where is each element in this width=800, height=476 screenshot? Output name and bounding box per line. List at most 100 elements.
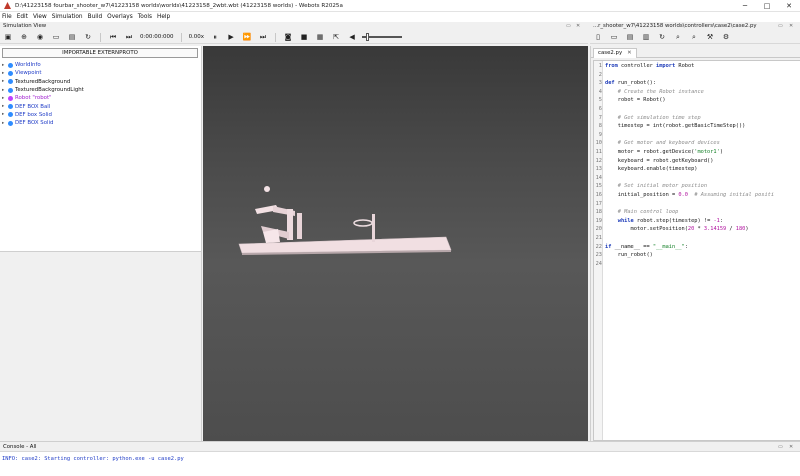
save-file-icon[interactable]: ▤ — [625, 32, 635, 42]
code-line[interactable]: 7 # Get simulation time step — [594, 114, 800, 123]
code-area[interactable]: 1 from controller import Robot 2 3 def run_r… — [593, 60, 800, 441]
scene-tree-item[interactable]: ▸ Viewpoint — [2, 69, 84, 77]
3d-viewport[interactable] — [203, 46, 588, 441]
simulation-view-header: Simulation View ▭ ✕ — [0, 22, 588, 31]
fastest-icon[interactable]: ⏭ — [258, 32, 268, 42]
code-line[interactable]: 6 — [594, 105, 800, 114]
code-line[interactable]: 10 # Get motor and keyboard devices — [594, 139, 800, 148]
scene-tree-item-label: DEF box Solid — [15, 111, 52, 118]
open-world-icon[interactable]: ▭ — [51, 32, 61, 42]
scene-tree-item[interactable]: ▸ DEF BOX Solid — [2, 119, 84, 127]
toolbar-separator — [100, 32, 101, 42]
code-line[interactable]: 12 keyboard = robot.getKeyboard() — [594, 157, 800, 166]
minimize-button[interactable]: ─ — [734, 0, 756, 12]
volume-slider[interactable] — [362, 32, 403, 42]
menu-build[interactable]: Build — [88, 14, 103, 20]
scene-tree-item[interactable]: ▸ Robot "robot" — [2, 94, 84, 102]
line-number: 16 — [595, 192, 602, 198]
scene-tree-item[interactable]: ▸ WorldInfo — [2, 61, 84, 69]
fast-forward-icon[interactable]: ⏩ — [242, 32, 252, 42]
hoop-ring — [353, 219, 373, 227]
build-icon[interactable]: ⚙ — [721, 32, 731, 42]
reset-simulation-icon[interactable]: ⏮ — [108, 32, 118, 42]
scene-tree-item[interactable]: ▸ TexturedBackgroundLight — [2, 86, 84, 94]
code-line[interactable]: 1 from controller import Robot — [594, 62, 800, 71]
console-output[interactable]: INFO: case2: Starting controller: python… — [0, 451, 800, 476]
code-line[interactable]: 17 — [594, 200, 800, 209]
step-icon[interactable]: ⏭ — [124, 32, 134, 42]
importable-externproto-button[interactable]: IMPORTABLE EXTERNPROTO — [2, 48, 198, 58]
volume-slider-handle[interactable] — [365, 33, 369, 41]
reload-world-icon[interactable]: ↻ — [83, 32, 93, 42]
editor-tab-strip: case2.py ✕ — [591, 48, 800, 58]
menu-edit[interactable]: Edit — [17, 14, 28, 20]
scene-tree: IMPORTABLE EXTERNPROTO ▸ WorldInfo ▸ Viewpo… — [0, 46, 202, 251]
replace-icon[interactable]: ⌕ — [689, 32, 699, 42]
tab-close-icon[interactable]: ✕ — [627, 50, 632, 56]
code-line[interactable]: 15 # Set initial motor position — [594, 182, 800, 191]
screenshot-icon[interactable]: ◙ — [283, 32, 293, 42]
console-header: Console - All ▭ ✕ — [0, 441, 800, 451]
node-icon — [8, 62, 13, 68]
code-text: # Get simulation time step — [617, 114, 701, 121]
node-icon — [8, 79, 13, 85]
scene-tree-item[interactable]: ▸ DEF box Solid — [2, 111, 84, 119]
editor-close-button[interactable]: ✕ — [789, 22, 793, 31]
code-line[interactable]: 18 # Main control loop — [594, 208, 800, 217]
save-world-icon[interactable]: ▤ — [67, 32, 77, 42]
menu-view[interactable]: View — [33, 14, 47, 20]
tools-icon[interactable]: ⚒ — [705, 32, 715, 42]
code-line[interactable]: 24 — [594, 260, 800, 269]
scene-tree-item[interactable]: ▸ TexturedBackground — [2, 78, 84, 86]
code-line[interactable]: 11 motor = robot.getDevice('motor1') — [594, 148, 800, 157]
editor-float-button[interactable]: ▭ — [778, 22, 783, 31]
line-number: 20 — [595, 226, 602, 233]
menu-simulation[interactable]: Simulation — [52, 14, 83, 20]
code-line[interactable]: 3 def run_robot(): — [594, 79, 800, 88]
simulation-view-title: Simulation View — [3, 23, 47, 29]
share-icon[interactable]: ⇱ — [331, 32, 341, 42]
menu-help[interactable]: Help — [157, 14, 170, 20]
code-line[interactable]: 13 keyboard.enable(timestep) — [594, 165, 800, 174]
toggle-scene-tree-icon[interactable]: ▣ — [3, 32, 13, 42]
code-line[interactable]: 2 — [594, 71, 800, 80]
code-text: timestep = int(robot.getBasicTimeStep()) — [605, 123, 746, 130]
line-number: 17 — [595, 200, 602, 207]
code-line[interactable]: 4 # Create the Robot instance — [594, 88, 800, 97]
tab-case2-py[interactable]: case2.py ✕ — [593, 48, 637, 58]
code-line[interactable]: 9 — [594, 131, 800, 140]
find-icon[interactable]: ⌕ — [673, 32, 683, 42]
code-line[interactable]: 16 initial_position = 0.0 # Assuming ini… — [594, 191, 800, 200]
scene-tree-item[interactable]: ▸ DEF BOX Ball — [2, 102, 84, 110]
save-all-icon[interactable]: ▥ — [641, 32, 651, 42]
maximize-button[interactable]: □ — [756, 0, 778, 12]
menu-file[interactable]: File — [2, 14, 12, 20]
code-line[interactable]: 19 while robot.step(timestep) != -1: — [594, 217, 800, 226]
code-line[interactable]: 22 if __name__ == "__main__": — [594, 243, 800, 252]
code-line[interactable]: 5 robot = Robot() — [594, 96, 800, 105]
pause-icon[interactable]: ⏸ — [210, 32, 220, 42]
view-eye-icon[interactable]: ◉ — [35, 32, 45, 42]
close-panel-button[interactable]: ✕ — [576, 22, 580, 31]
code-line[interactable]: 21 — [594, 234, 800, 243]
record-movie-icon[interactable]: ■ — [299, 32, 309, 42]
code-line[interactable]: 23 run_robot() — [594, 251, 800, 260]
code-line[interactable]: 14 — [594, 174, 800, 183]
volume-icon[interactable]: ◀ — [347, 32, 357, 42]
code-text: # Main control loop — [617, 209, 679, 216]
revert-icon[interactable]: ↻ — [657, 32, 667, 42]
new-file-icon[interactable]: ▯ — [593, 32, 603, 42]
window-title: D:\41223158 fourbar_shooter_w7\41223158 … — [15, 2, 343, 9]
play-icon[interactable]: ▶ — [226, 32, 236, 42]
float-panel-button[interactable]: ▭ — [566, 22, 571, 31]
open-file-icon[interactable]: ▭ — [609, 32, 619, 42]
menu-overlays[interactable]: Overlays — [107, 14, 133, 20]
animation-icon[interactable]: ▦ — [315, 32, 325, 42]
add-node-icon[interactable]: ⊕ — [19, 32, 29, 42]
close-button[interactable]: ✕ — [778, 0, 800, 12]
text-editor: case2.py ✕ 1 from controller import Robot 2… — [590, 46, 800, 441]
code-line[interactable]: 8 timestep = int(robot.getBasicTimeStep(… — [594, 122, 800, 131]
code-line[interactable]: 20 motor.setPosition(20 * 3.14159 / 180) — [594, 225, 800, 234]
menu-tools[interactable]: Tools — [138, 14, 152, 20]
